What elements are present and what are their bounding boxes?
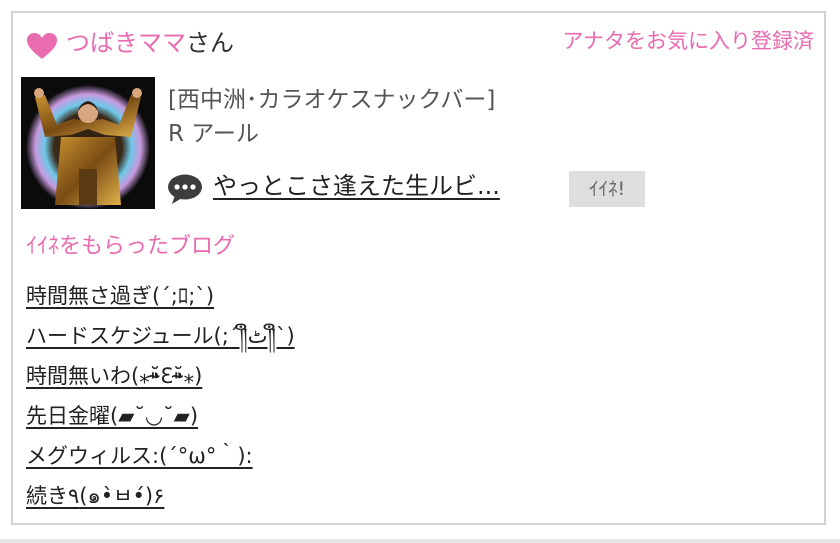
favorite-status: アナタをお気に入り登録済 bbox=[562, 29, 814, 53]
blog-link-text: 続き٩(๑•̀ㅂ•́)۶ bbox=[26, 484, 165, 508]
iine-button[interactable]: ｲｲﾈ! bbox=[569, 171, 645, 207]
liked-blogs-title: ｲｲﾈをもらったブログ bbox=[26, 234, 236, 259]
blog-link[interactable]: 時間無いわ(⁎⁍̴̆Ɛ⁍̴̆⁎) bbox=[26, 359, 295, 399]
blog-link[interactable]: ハードスケジュール(;´༎ຶٹ༎ຶ`) bbox=[26, 319, 295, 359]
blog-link[interactable]: メグウィルス:(´°ω°｀): bbox=[26, 439, 295, 479]
user-line: つばきママさん bbox=[66, 27, 234, 59]
blog-link-text: 時間無いわ(⁎⁍̴̆Ɛ⁍̴̆⁎) bbox=[26, 364, 203, 388]
user-name-link[interactable]: つばきママ bbox=[66, 29, 186, 57]
profile-photo[interactable] bbox=[21, 77, 155, 209]
liked-blog-list: 時間無さ過ぎ(´;ﾛ;`) ハードスケジュール(;´༎ຶٹ༎ຶ`) 時間無いわ(… bbox=[26, 279, 295, 519]
blog-link[interactable]: 時間無さ過ぎ(´;ﾛ;`) bbox=[26, 279, 295, 319]
blog-link[interactable]: 続き٩(๑•̀ㅂ•́)۶ bbox=[26, 479, 295, 519]
speech-bubble-icon bbox=[168, 174, 202, 204]
blog-link-text: 時間無さ過ぎ(´;ﾛ;`) bbox=[26, 284, 215, 308]
profile-card: つばきママさん アナタをお気に入り登録済 [西中洲･カラオケスナックバー] R … bbox=[11, 11, 826, 525]
user-honorific: さん bbox=[186, 29, 234, 57]
profile-photo-image bbox=[21, 77, 155, 209]
blog-link-text: ハードスケジュール(;´༎ຶٹ༎ຶ`) bbox=[26, 324, 295, 348]
bottom-divider bbox=[0, 539, 840, 543]
comment-link[interactable]: やっとこさ逢えた生ルビ... bbox=[213, 169, 500, 203]
blog-link-text: メグウィルス:(´°ω°｀): bbox=[26, 444, 253, 468]
blog-link-text: 先日金曜(▰˘◡˘▰) bbox=[26, 404, 199, 428]
blog-link[interactable]: 先日金曜(▰˘◡˘▰) bbox=[26, 399, 295, 439]
shop-genre: [西中洲･カラオケスナックバー] bbox=[168, 87, 496, 113]
heart-icon bbox=[27, 33, 57, 59]
shop-name-link[interactable]: R アール bbox=[168, 119, 259, 149]
